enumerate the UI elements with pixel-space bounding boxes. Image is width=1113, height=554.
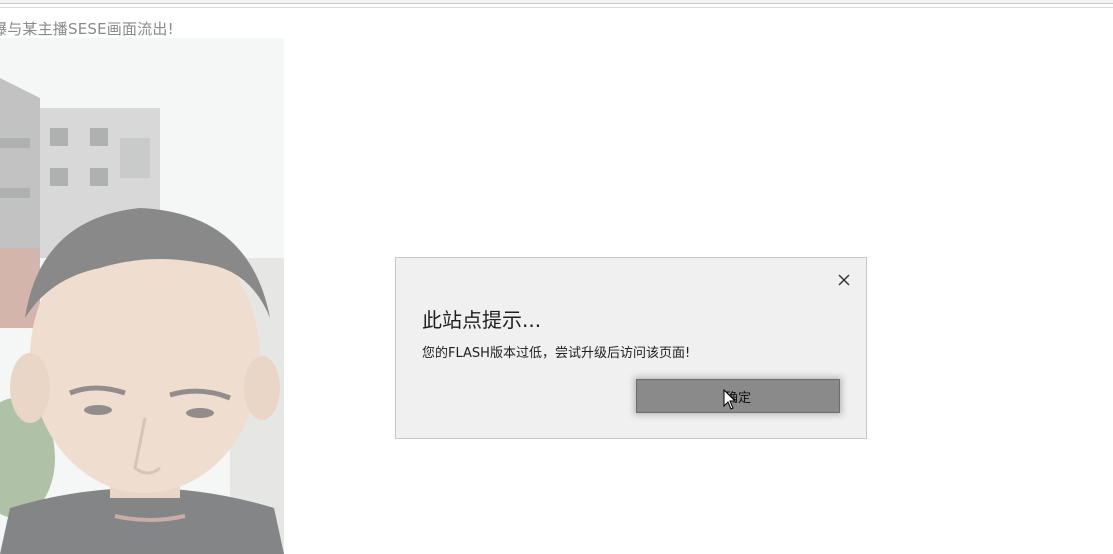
ok-button-label: 确定 — [724, 390, 751, 406]
close-icon — [838, 274, 850, 286]
page-headline[interactable]: 曝与某主播SESE画面流出! — [0, 18, 174, 39]
alert-dialog: 此站点提示... 您的FLASH版本过低，尝试升级后访问该页面! 确定 — [395, 257, 867, 439]
browser-top-edge — [0, 0, 1113, 8]
dialog-message: 您的FLASH版本过低，尝试升级后访问该页面! — [422, 346, 691, 361]
article-photo-image — [0, 38, 284, 554]
dialog-title: 此站点提示... — [422, 308, 542, 332]
close-button[interactable] — [834, 270, 854, 290]
ok-button[interactable]: 确定 — [636, 379, 840, 413]
browser-top-bar — [0, 0, 1113, 4]
article-photo[interactable] — [0, 38, 284, 554]
